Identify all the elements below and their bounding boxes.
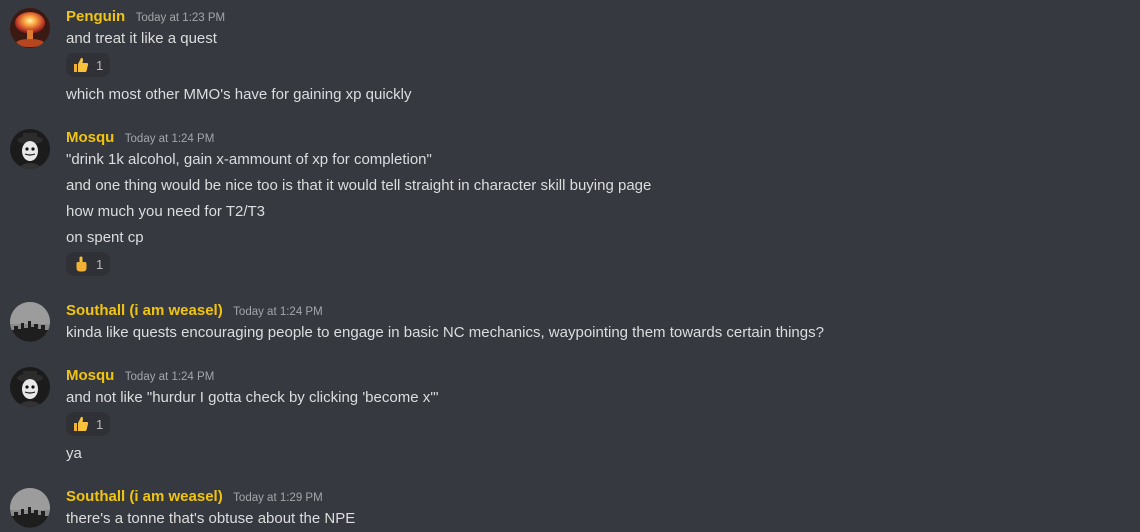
pointing-up-icon [72, 255, 90, 273]
message-text: how much you need for T2/T3 [66, 203, 265, 220]
message-group: Mosqu Today at 1:24 PM "drink 1k alcohol… [0, 121, 1140, 291]
message-header: Southall (i am weasel) Today at 1:24 PM [66, 300, 323, 322]
message-header: Mosqu Today at 1:24 PM [66, 365, 214, 387]
username[interactable]: Penguin [66, 8, 125, 25]
reaction-button[interactable]: 1 [66, 412, 110, 436]
message-group: Penguin Today at 1:23 PM and treat it li… [0, 0, 1140, 120]
message-text: and one thing would be nice too is that … [66, 177, 652, 194]
avatar[interactable] [10, 488, 50, 528]
message-group: Southall (i am weasel) Today at 1:29 PM … [0, 480, 1140, 532]
timestamp[interactable]: Today at 1:23 PM [136, 12, 226, 24]
avatar[interactable] [10, 8, 50, 48]
thumbs-up-icon [72, 56, 90, 74]
avatar[interactable] [10, 129, 50, 169]
reaction-count: 1 [96, 256, 104, 272]
username[interactable]: Southall (i am weasel) [66, 488, 223, 505]
username[interactable]: Mosqu [66, 367, 114, 384]
username[interactable]: Mosqu [66, 129, 114, 146]
message-text: and not like "hurdur I gotta check by cl… [66, 389, 439, 406]
message-text: ya [66, 445, 82, 462]
mushroom-cloud-avatar [10, 8, 50, 48]
city-skyline-avatar [10, 488, 50, 528]
message-header: Penguin Today at 1:23 PM [66, 6, 225, 28]
username[interactable]: Southall (i am weasel) [66, 302, 223, 319]
city-skyline-avatar [10, 302, 50, 342]
reaction-button[interactable]: 1 [66, 53, 110, 77]
masked-figure-avatar [10, 367, 50, 407]
masked-figure-avatar [10, 129, 50, 169]
message-text: on spent cp [66, 229, 144, 246]
message-group: Southall (i am weasel) Today at 1:24 PM … [0, 294, 1140, 354]
chat-messages: Penguin Today at 1:23 PM and treat it li… [0, 0, 1140, 532]
message-group: Mosqu Today at 1:24 PM and not like "hur… [0, 359, 1140, 469]
reaction-button[interactable]: 1 [66, 252, 110, 276]
message-header: Southall (i am weasel) Today at 1:29 PM [66, 486, 323, 508]
avatar[interactable] [10, 367, 50, 407]
avatar[interactable] [10, 302, 50, 342]
timestamp[interactable]: Today at 1:24 PM [125, 133, 215, 145]
reaction-count: 1 [96, 57, 104, 73]
message-text: kinda like quests encouraging people to … [66, 324, 824, 341]
message-text: and treat it like a quest [66, 30, 217, 47]
thumbs-up-icon [72, 415, 90, 433]
message-text: "drink 1k alcohol, gain x-ammount of xp … [66, 151, 432, 168]
message-text: which most other MMO's have for gaining … [66, 86, 412, 103]
reaction-count: 1 [96, 416, 104, 432]
timestamp[interactable]: Today at 1:29 PM [233, 492, 323, 504]
message-header: Mosqu Today at 1:24 PM [66, 127, 214, 149]
message-text: there's a tonne that's obtuse about the … [66, 510, 356, 527]
timestamp[interactable]: Today at 1:24 PM [233, 306, 323, 318]
timestamp[interactable]: Today at 1:24 PM [125, 371, 215, 383]
